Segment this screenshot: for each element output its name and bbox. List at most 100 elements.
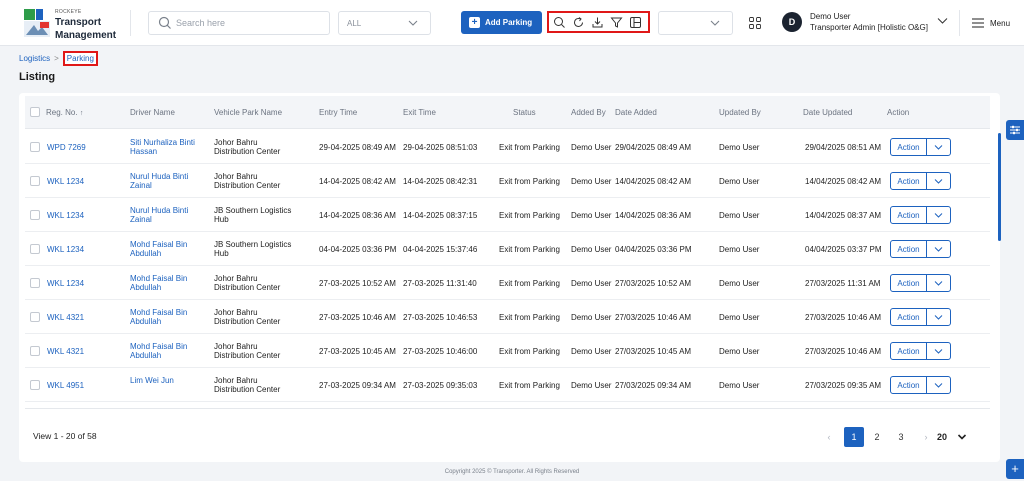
col-driver-name[interactable]: Driver Name [130, 108, 175, 117]
listing-card: Reg. No. ↑ Driver Name Vehicle Park Name… [19, 93, 1000, 462]
driver-name-link[interactable]: Nurul Huda Binti Zainal [130, 206, 208, 224]
status-text: Exit from Parking [499, 313, 560, 322]
page-2-button[interactable]: 2 [867, 427, 887, 447]
table-row[interactable]: WKL 1234 Mohd Faisal Bin Abdullah Johor Ba… [25, 266, 990, 300]
row-checkbox[interactable] [30, 312, 40, 322]
filter-icon[interactable] [610, 16, 623, 29]
select-all-checkbox[interactable] [30, 107, 40, 117]
page-3-button[interactable]: 3 [891, 427, 911, 447]
col-vehicle-park[interactable]: Vehicle Park Name [214, 108, 282, 117]
reg-no-link[interactable]: WKL 4951 [47, 381, 84, 390]
added-by: Demo User [571, 177, 612, 186]
col-added-by[interactable]: Added By [571, 108, 606, 117]
driver-name-link[interactable]: Mohd Faisal Bin Abdullah [130, 308, 208, 326]
table-row[interactable]: WKL 1234 Nurul Huda Binti Zainal Johor Bah… [25, 164, 990, 198]
page-size-select[interactable]: 20 [937, 427, 975, 447]
action-divider [926, 343, 927, 359]
chevron-down-icon[interactable] [934, 313, 943, 322]
user-role[interactable]: Transporter Admin [Holistic O&G] [810, 23, 928, 32]
action-button[interactable]: Action [890, 138, 951, 156]
col-reg-no[interactable]: Reg. No. ↑ [46, 108, 83, 117]
entry-time: 29-04-2025 08:49 AM [319, 143, 396, 152]
global-search[interactable] [148, 11, 330, 35]
reg-no-link[interactable]: WKL 4321 [47, 313, 84, 322]
chevron-down-icon[interactable] [934, 347, 943, 356]
row-checkbox[interactable] [30, 278, 40, 288]
row-checkbox[interactable] [30, 142, 40, 152]
reg-no-link[interactable]: WKL 1234 [47, 211, 84, 220]
next-page-icon[interactable]: › [916, 427, 936, 447]
table-row[interactable]: WPD 7269 Siti Nurhaliza Binti Hassan Johor… [25, 130, 990, 164]
col-status[interactable]: Status [513, 108, 536, 117]
driver-name-link[interactable]: Mohd Faisal Bin Abdullah [130, 240, 208, 258]
search-input[interactable] [176, 16, 326, 30]
table-row[interactable]: WKL 1234 Nurul Huda Binti Zainal JB Southe… [25, 198, 990, 232]
search-icon[interactable] [553, 16, 566, 29]
driver-name-link[interactable]: Mohd Faisal Bin Abdullah [130, 274, 208, 292]
reg-no-link[interactable]: WPD 7269 [47, 143, 86, 152]
add-parking-button[interactable]: + Add Parking [461, 11, 542, 34]
chevron-down-icon[interactable] [937, 15, 948, 26]
row-checkbox[interactable] [30, 380, 40, 390]
download-icon[interactable] [591, 16, 604, 29]
user-name[interactable]: Demo User [810, 12, 850, 21]
menu-button[interactable]: Menu [972, 17, 1020, 31]
col-date-updated[interactable]: Date Updated [803, 108, 852, 117]
chevron-down-icon[interactable] [934, 245, 943, 254]
breadcrumb-logistics[interactable]: Logistics [19, 54, 50, 63]
col-entry-time[interactable]: Entry Time [319, 108, 357, 117]
driver-name-link[interactable]: Nurul Huda Binti Zainal [130, 172, 208, 190]
col-date-added[interactable]: Date Added [615, 108, 657, 117]
driver-name-link[interactable]: Siti Nurhaliza Binti Hassan [130, 138, 208, 156]
reg-no-link[interactable]: WKL 1234 [47, 177, 84, 186]
scope-select[interactable]: ALL [338, 11, 431, 35]
row-checkbox[interactable] [30, 176, 40, 186]
table-row[interactable]: WKL 4321 Mohd Faisal Bin Abdullah Johor Ba… [25, 334, 990, 368]
entry-time: 27-03-2025 10:46 AM [319, 313, 396, 322]
table-row[interactable]: WKL 1234 Mohd Faisal Bin Abdullah JB South… [25, 232, 990, 266]
fab-add-button[interactable]: + [1006, 459, 1024, 479]
chevron-down-icon[interactable] [934, 279, 943, 288]
row-checkbox[interactable] [30, 210, 40, 220]
action-button[interactable]: Action [890, 376, 951, 394]
page-1-button[interactable]: 1 [844, 427, 864, 447]
action-button[interactable]: Action [890, 274, 951, 292]
action-button[interactable]: Action [890, 308, 951, 326]
chevron-down-icon[interactable] [934, 211, 943, 220]
row-checkbox[interactable] [30, 346, 40, 356]
reg-no-link[interactable]: WKL 1234 [47, 279, 84, 288]
columns-icon[interactable] [629, 16, 642, 29]
action-button[interactable]: Action [890, 342, 951, 360]
chevron-down-icon[interactable] [934, 381, 943, 390]
prev-page-icon[interactable]: ‹ [819, 427, 839, 447]
reg-no-link[interactable]: WKL 1234 [47, 245, 84, 254]
action-button[interactable]: Action [890, 206, 951, 224]
action-button[interactable]: Action [890, 172, 951, 190]
col-updated-by[interactable]: Updated By [719, 108, 761, 117]
refresh-icon[interactable] [572, 16, 585, 29]
action-button[interactable]: Action [890, 240, 951, 258]
col-exit-time[interactable]: Exit Time [403, 108, 436, 117]
action-divider [926, 275, 927, 291]
secondary-select[interactable] [658, 11, 733, 35]
row-checkbox[interactable] [30, 244, 40, 254]
vehicle-park-name: JB Southern Logistics Hub [214, 240, 292, 258]
brand-logo-icon[interactable] [24, 9, 50, 37]
chevron-down-icon[interactable] [934, 177, 943, 186]
chevron-down-icon[interactable] [934, 143, 943, 152]
breadcrumb-parking[interactable]: Parking [62, 51, 98, 66]
added-by: Demo User [571, 313, 612, 322]
avatar[interactable]: D [782, 12, 802, 32]
side-filter-button[interactable] [1006, 120, 1024, 140]
brand-name[interactable]: ROCKEYE Transport Management [55, 10, 116, 42]
table-row[interactable]: WKL 4951 Lim Wei Jun Johor Bahru Distribut… [25, 368, 990, 402]
table-row[interactable]: WKL 4321 Mohd Faisal Bin Abdullah Johor Ba… [25, 300, 990, 334]
status-text: Exit from Parking [499, 143, 560, 152]
driver-name-link[interactable]: Mohd Faisal Bin Abdullah [130, 342, 208, 360]
table-scrollbar[interactable] [998, 133, 1001, 241]
apps-grid-icon[interactable] [749, 17, 761, 29]
reg-no-link[interactable]: WKL 4321 [47, 347, 84, 356]
view-count: View 1 - 20 of 58 [33, 431, 97, 441]
action-divider [926, 377, 927, 393]
driver-name-link[interactable]: Lim Wei Jun [130, 376, 208, 385]
